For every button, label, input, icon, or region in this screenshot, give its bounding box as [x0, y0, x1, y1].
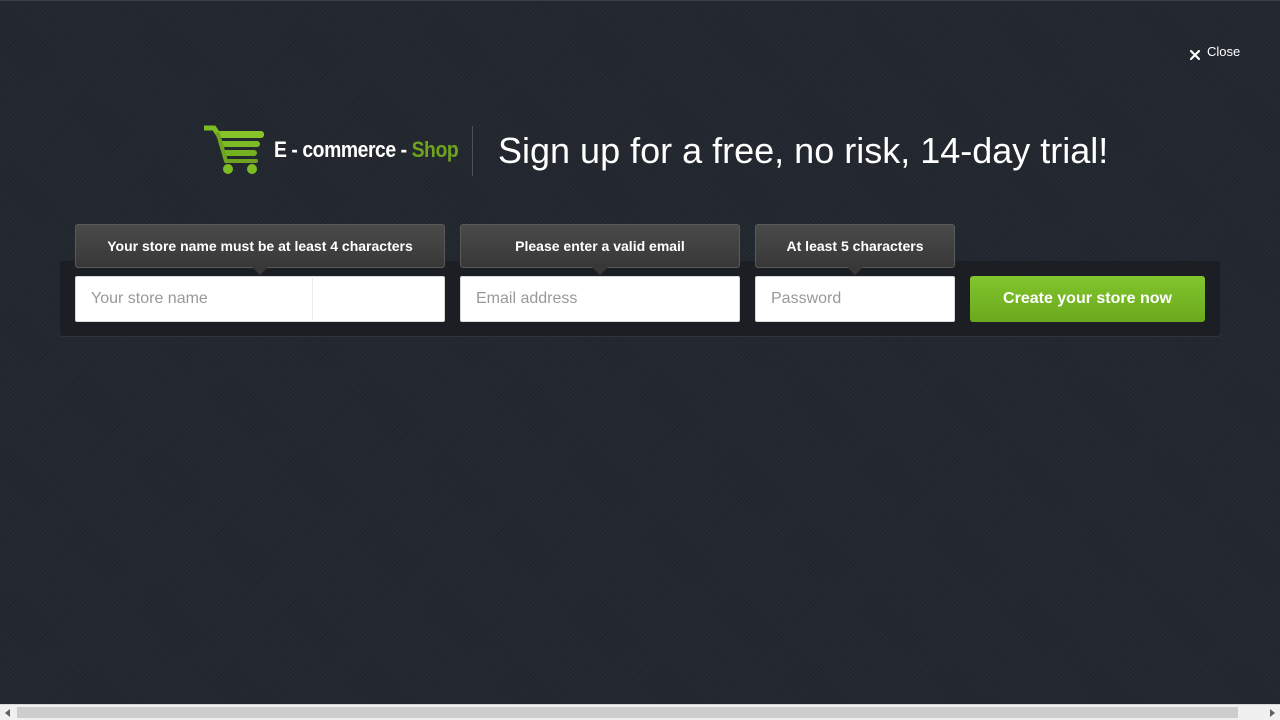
close-button[interactable]: Close [1188, 42, 1240, 62]
brand-logo: E - commerce - Shop [204, 124, 483, 176]
shopping-cart-icon [204, 125, 264, 174]
brand-name: E - commerce - Shop [274, 137, 459, 163]
close-icon [1189, 49, 1201, 61]
email-tooltip: Please enter a valid email [460, 224, 740, 275]
email-input[interactable] [460, 276, 740, 322]
password-tooltip: At least 5 characters [755, 224, 955, 275]
password-input[interactable] [755, 276, 955, 322]
scroll-right-arrow-icon[interactable] [1270, 709, 1275, 717]
close-label: Close [1207, 44, 1241, 59]
store-name-separator [312, 278, 313, 320]
scrollbar-thumb[interactable] [17, 707, 1238, 718]
brand-divider [472, 126, 473, 176]
brand-name-suffix: Shop [411, 137, 459, 162]
page-title: Sign up for a free, no risk, 14-day tria… [498, 130, 1109, 171]
create-store-button[interactable]: Create your store now [970, 276, 1205, 322]
scroll-left-arrow-icon[interactable] [5, 709, 10, 717]
brand-name-prefix: E - commerce - [274, 137, 412, 162]
store-name-input[interactable] [75, 276, 445, 322]
top-border [0, 0, 1280, 1]
store-name-tooltip: Your store name must be at least 4 chara… [75, 224, 445, 275]
horizontal-scrollbar[interactable] [0, 704, 1280, 720]
